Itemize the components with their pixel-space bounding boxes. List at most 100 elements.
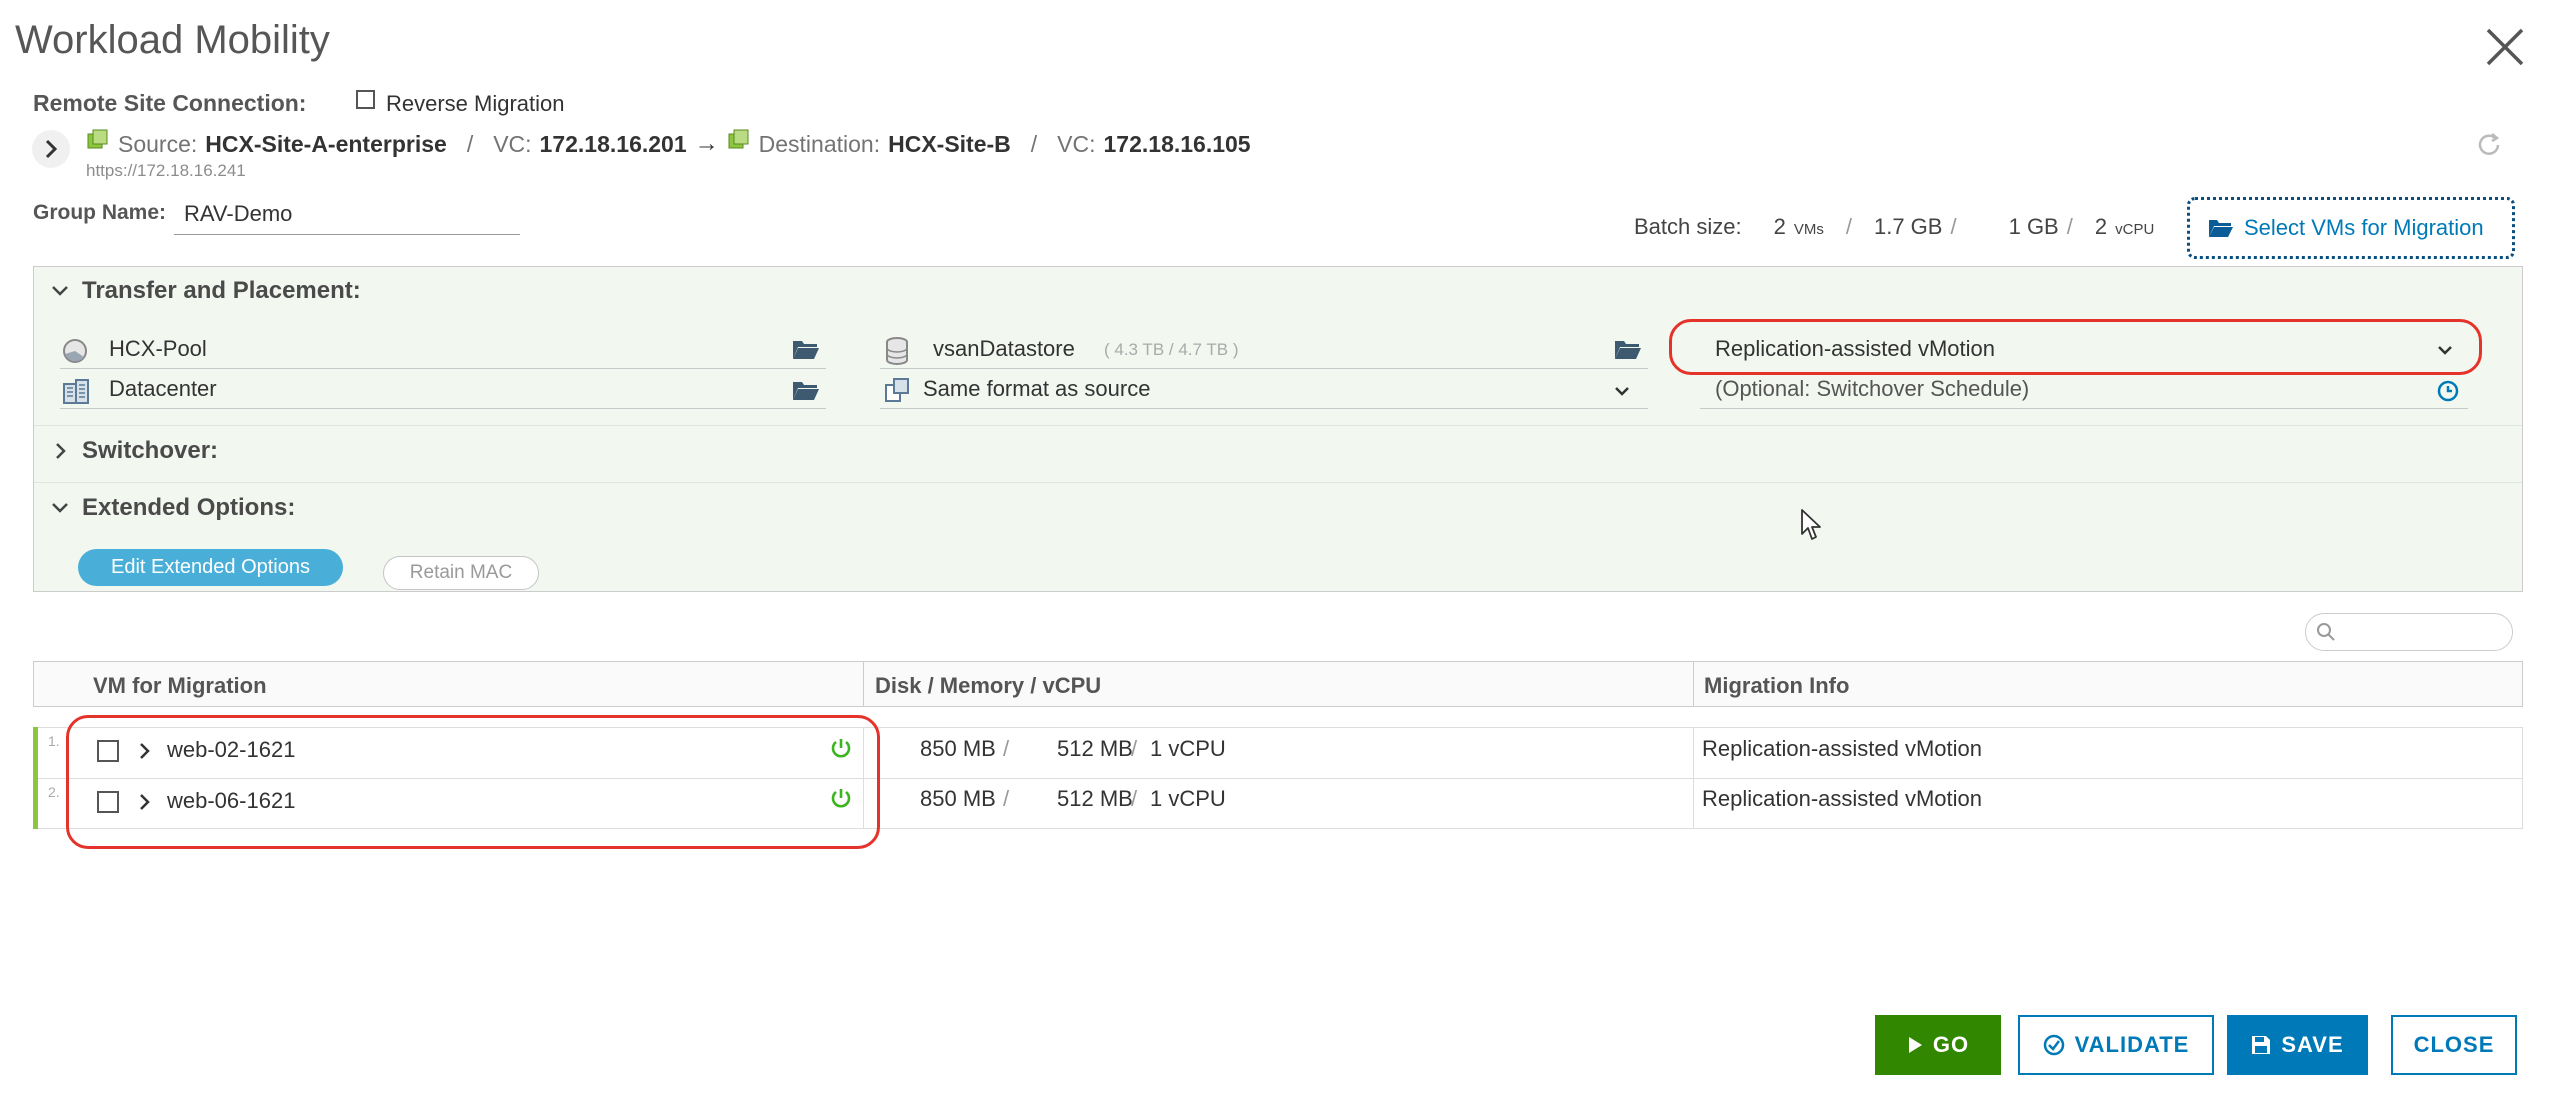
validate-button[interactable]: VALIDATE <box>2018 1015 2214 1075</box>
switchover-section-toggle[interactable]: Switchover: <box>50 437 218 465</box>
resource-pool-icon <box>62 338 88 369</box>
column-divider <box>1693 662 1694 706</box>
arrow-right-icon: → <box>694 130 719 157</box>
column-header-migration-info[interactable]: Migration Info <box>1704 673 1849 699</box>
chevron-down-icon[interactable] <box>1612 381 1632 406</box>
migration-type-select[interactable]: Replication-assisted vMotion <box>1715 336 1995 362</box>
extended-section-title: Extended Options: <box>82 494 296 521</box>
search-icon <box>2317 623 2335 641</box>
destination-site-name: HCX-Site-B <box>888 130 1011 157</box>
vm-vcpu: 1 vCPU <box>1150 786 1226 811</box>
chevron-down-icon <box>52 286 68 296</box>
vm-memory: 512 MB <box>1057 736 1133 761</box>
save-button[interactable]: SAVE <box>2227 1015 2368 1075</box>
batch-disk: 1.7 GB <box>1873 214 1943 239</box>
transfer-section-toggle[interactable]: Transfer and Placement: <box>50 277 361 305</box>
separator: / <box>2066 214 2073 239</box>
vm-migration-info: Replication-assisted vMotion <box>1702 736 1983 761</box>
select-vms-button[interactable]: Select VMs for Migration <box>2187 197 2515 259</box>
reverse-migration-label: Reverse Migration <box>386 91 565 116</box>
transfer-section-title: Transfer and Placement: <box>82 277 361 304</box>
extended-section-toggle[interactable]: Extended Options: <box>50 494 295 522</box>
play-icon <box>1908 1037 1922 1053</box>
vc-label: VC: <box>493 130 532 157</box>
vm-vcpu: 1 vCPU <box>1150 736 1226 761</box>
separator: / <box>1003 736 1010 761</box>
separator: / <box>1131 736 1138 761</box>
source-prefix: Source: <box>118 130 198 157</box>
separator: / <box>1845 214 1852 239</box>
close-icon[interactable] <box>2480 22 2530 72</box>
go-button[interactable]: GO <box>1875 1015 2001 1075</box>
divider <box>34 482 2522 483</box>
field-underline <box>880 368 1648 369</box>
batch-vcpu-count: 2 <box>2094 214 2108 239</box>
separator: / <box>1131 786 1138 811</box>
column-header-vm[interactable]: VM for Migration <box>93 673 267 699</box>
close-button[interactable]: CLOSE <box>2391 1015 2517 1075</box>
vm-disk: 850 MB <box>920 786 996 811</box>
site-icon <box>86 129 110 159</box>
site-icon <box>727 129 751 159</box>
group-name-input[interactable]: RAV-Demo <box>174 198 520 235</box>
vm-migration-info: Replication-assisted vMotion <box>1702 786 1983 811</box>
hcx-url: https://172.18.16.241 <box>86 161 246 180</box>
select-vms-label: Select VMs for Migration <box>2244 215 2484 240</box>
destination-vc: 172.18.16.105 <box>1103 130 1251 157</box>
field-underline <box>60 408 826 409</box>
remote-site-label: Remote Site Connection: <box>33 90 307 116</box>
folder-icon[interactable] <box>792 380 820 407</box>
destination-prefix: Destination: <box>758 130 881 157</box>
folder-open-icon <box>2209 220 2233 237</box>
source-vc: 172.18.16.201 <box>539 130 687 157</box>
cursor-icon <box>1800 508 1824 547</box>
save-icon <box>2252 1036 2271 1054</box>
edit-extended-options-button[interactable]: Edit Extended Options <box>78 549 343 586</box>
datacenter-icon <box>62 378 90 409</box>
chevron-down-icon[interactable] <box>2435 340 2455 365</box>
dialog-title: Workload Mobility <box>15 18 330 62</box>
highlight-annotation <box>66 715 880 849</box>
chevron-right-icon <box>45 139 58 159</box>
switchover-section-title: Switchover: <box>82 437 219 464</box>
check-circle-icon <box>2043 1034 2064 1056</box>
refresh-icon[interactable] <box>2474 130 2504 165</box>
go-label: GO <box>1932 1032 1970 1057</box>
batch-memory: 1 GB <box>2008 214 2059 239</box>
field-underline <box>60 368 826 369</box>
field-underline <box>1700 408 2468 409</box>
disk-format-icon <box>884 377 912 408</box>
close-label: CLOSE <box>2413 1032 2495 1057</box>
datastore-value[interactable]: vsanDatastore <box>933 336 1075 362</box>
datastore-capacity: ( 4.3 TB / 4.7 TB ) <box>1104 340 1239 359</box>
vc-label: VC: <box>1057 130 1096 157</box>
field-underline <box>880 408 1648 409</box>
expand-connection-button[interactable] <box>32 130 70 168</box>
vm-memory: 512 MB <box>1057 786 1133 811</box>
retain-mac-toggle[interactable]: Retain MAC <box>383 556 539 590</box>
clock-icon[interactable] <box>2437 380 2459 407</box>
transfer-panel <box>33 266 2523 592</box>
row-index: 1. <box>48 733 60 749</box>
switchover-schedule-input[interactable]: (Optional: Switchover Schedule) <box>1715 376 2029 402</box>
batch-size-label: Batch size: <box>1634 214 1742 239</box>
folder-icon[interactable] <box>1614 339 1642 366</box>
reverse-migration-checkbox[interactable] <box>356 90 375 109</box>
column-header-resources[interactable]: Disk / Memory / vCPU <box>875 673 1101 699</box>
row-index: 2. <box>48 784 60 800</box>
column-divider <box>863 662 864 706</box>
chevron-down-icon <box>52 503 68 513</box>
batch-vcpu-unit: vCPU <box>2115 221 2155 238</box>
separator: / <box>466 130 474 157</box>
vm-disk: 850 MB <box>920 736 996 761</box>
resource-pool-value[interactable]: HCX-Pool <box>109 336 207 362</box>
disk-format-select[interactable]: Same format as source <box>923 376 1150 402</box>
search-input[interactable] <box>2305 613 2513 651</box>
group-name-label: Group Name: <box>33 201 167 224</box>
datacenter-value[interactable]: Datacenter <box>109 376 217 402</box>
separator: / <box>1030 130 1038 157</box>
folder-icon[interactable] <box>792 339 820 366</box>
datastore-icon <box>885 337 909 370</box>
divider <box>34 425 2522 426</box>
validate-label: VALIDATE <box>2074 1032 2190 1057</box>
